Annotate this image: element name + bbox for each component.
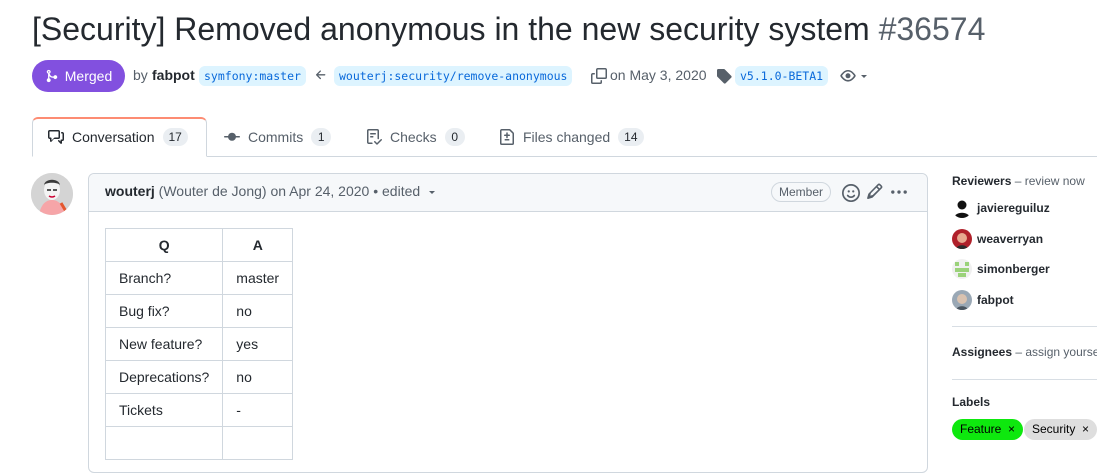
table-cell: master [222, 261, 294, 295]
table-row: Deprecations? no [104, 360, 294, 394]
caret-down-icon [429, 191, 436, 195]
kebab-menu-icon[interactable] [890, 183, 908, 206]
reviewers-note: – review now [1014, 174, 1085, 188]
pr-title: [Security] Removed anonymous in the new … [32, 10, 985, 48]
reviewer-item[interactable]: simonberger [952, 259, 1050, 279]
reviewers-title[interactable]: Reviewers [952, 174, 1011, 188]
table-header-row: Q A [104, 228, 294, 262]
eye-icon [840, 70, 856, 82]
merged-label: Merged [64, 68, 113, 84]
label-security[interactable]: Security × [1024, 419, 1097, 440]
table-row: New feature? yes [104, 327, 294, 361]
member-role-badge: Member [771, 182, 832, 202]
tab-checks[interactable]: Checks 0 [366, 128, 465, 146]
sidebar-divider [952, 326, 1097, 327]
table-row: Branch? master [104, 261, 294, 295]
avatar [952, 198, 972, 218]
tab-commits-count: 1 [311, 128, 332, 146]
merged-date: on May 3, 2020 [610, 67, 707, 83]
labels-header: Labels [952, 395, 990, 409]
table-cell: Branch? [104, 261, 224, 295]
arrow-left-icon [314, 68, 328, 87]
comment-meta: wouterj (Wouter de Jong) on Apr 24, 2020… [105, 183, 437, 199]
table-cell: yes [222, 327, 294, 361]
pr-author-link[interactable]: fabpot [152, 67, 195, 83]
by-prefix: by [133, 67, 148, 83]
tab-commits[interactable]: Commits 1 [224, 128, 332, 146]
table-row: Bug fix? no [104, 294, 294, 328]
tab-checks-label: Checks [390, 129, 437, 145]
comment-date[interactable]: on Apr 24, 2020 [270, 183, 369, 199]
avatar [952, 259, 972, 279]
tab-files-changed-count: 14 [618, 128, 644, 146]
reviewer-name: simonberger [977, 262, 1050, 276]
git-merge-icon [46, 69, 58, 83]
commit-icon [224, 132, 240, 141]
table-cell [104, 426, 224, 460]
base-branch-label[interactable]: symfony:master [199, 66, 306, 86]
copy-icon[interactable] [591, 68, 607, 89]
table-row: Tickets - [104, 393, 294, 427]
add-reaction-icon[interactable] [842, 184, 860, 207]
label-feature[interactable]: Feature × [952, 419, 1024, 440]
label-security-text: Security [1032, 422, 1076, 436]
reviewer-item[interactable]: fabpot [952, 290, 1014, 310]
comment-edited-dropdown[interactable]: • edited [373, 183, 437, 199]
head-branch-label[interactable]: wouterj:security/remove-anonymous [334, 66, 573, 86]
assignees-note[interactable]: – assign yourse [1015, 345, 1097, 359]
table-cell [222, 426, 294, 460]
tab-checks-count: 0 [444, 128, 465, 146]
comment-author-link[interactable]: wouterj [105, 183, 155, 199]
comment-edited-label: • edited [373, 183, 421, 199]
reviewer-name: weaverryan [977, 232, 1044, 246]
reviewers-header: Reviewers – review now [952, 174, 1085, 188]
release-tag-label[interactable]: v5.1.0-BETA1 [735, 66, 829, 86]
table-row [104, 426, 294, 460]
table-header-q: Q [104, 228, 224, 262]
caret-down-icon [861, 75, 867, 78]
table-cell: no [222, 294, 294, 328]
remove-label-icon[interactable]: × [1079, 422, 1089, 436]
table-cell: - [222, 393, 294, 427]
avatar [952, 290, 972, 310]
pr-number: #36574 [878, 11, 986, 47]
table-header-a: A [222, 228, 294, 262]
reviewer-item[interactable]: weaverryan [952, 229, 1043, 249]
tab-commits-label: Commits [248, 129, 304, 145]
tab-conversation-label: Conversation [72, 129, 155, 145]
tab-files-changed[interactable]: Files changed 14 [499, 128, 644, 146]
reviewer-name: fabpot [977, 293, 1014, 307]
tab-conversation[interactable]: Conversation 17 [48, 128, 188, 146]
sidebar-divider [952, 379, 1097, 380]
labels-title[interactable]: Labels [952, 395, 990, 409]
table-cell: New feature? [104, 327, 224, 361]
file-diff-icon [500, 129, 514, 145]
tab-conversation-count: 17 [162, 128, 188, 146]
qa-table: Q A Branch? master Bug fix? no New featu… [104, 228, 294, 460]
table-cell: Deprecations? [104, 360, 224, 394]
reviewer-item[interactable]: javiereguiluz [952, 198, 1050, 218]
merged-status-badge: Merged [32, 60, 125, 92]
checklist-icon [367, 129, 382, 145]
avatar [952, 229, 972, 249]
pencil-icon[interactable] [866, 183, 883, 205]
remove-label-icon[interactable]: × [1005, 422, 1015, 436]
label-feature-text: Feature [960, 422, 1002, 436]
comment-icon [48, 130, 64, 144]
table-cell: Bug fix? [104, 294, 224, 328]
tab-files-changed-label: Files changed [523, 129, 611, 145]
comment-author-fullname: (Wouter de Jong) [158, 183, 267, 199]
table-cell: Tickets [104, 393, 224, 427]
table-cell: no [222, 360, 294, 394]
pr-title-text: [Security] Removed anonymous in the new … [32, 11, 870, 47]
assignees-header: Assignees – assign yourse [952, 345, 1097, 359]
watch-dropdown[interactable] [840, 68, 869, 84]
reviewer-name: javiereguiluz [977, 201, 1050, 215]
assignees-title[interactable]: Assignees [952, 345, 1012, 359]
avatar-wouterj[interactable] [31, 173, 73, 215]
tag-icon [716, 68, 732, 89]
